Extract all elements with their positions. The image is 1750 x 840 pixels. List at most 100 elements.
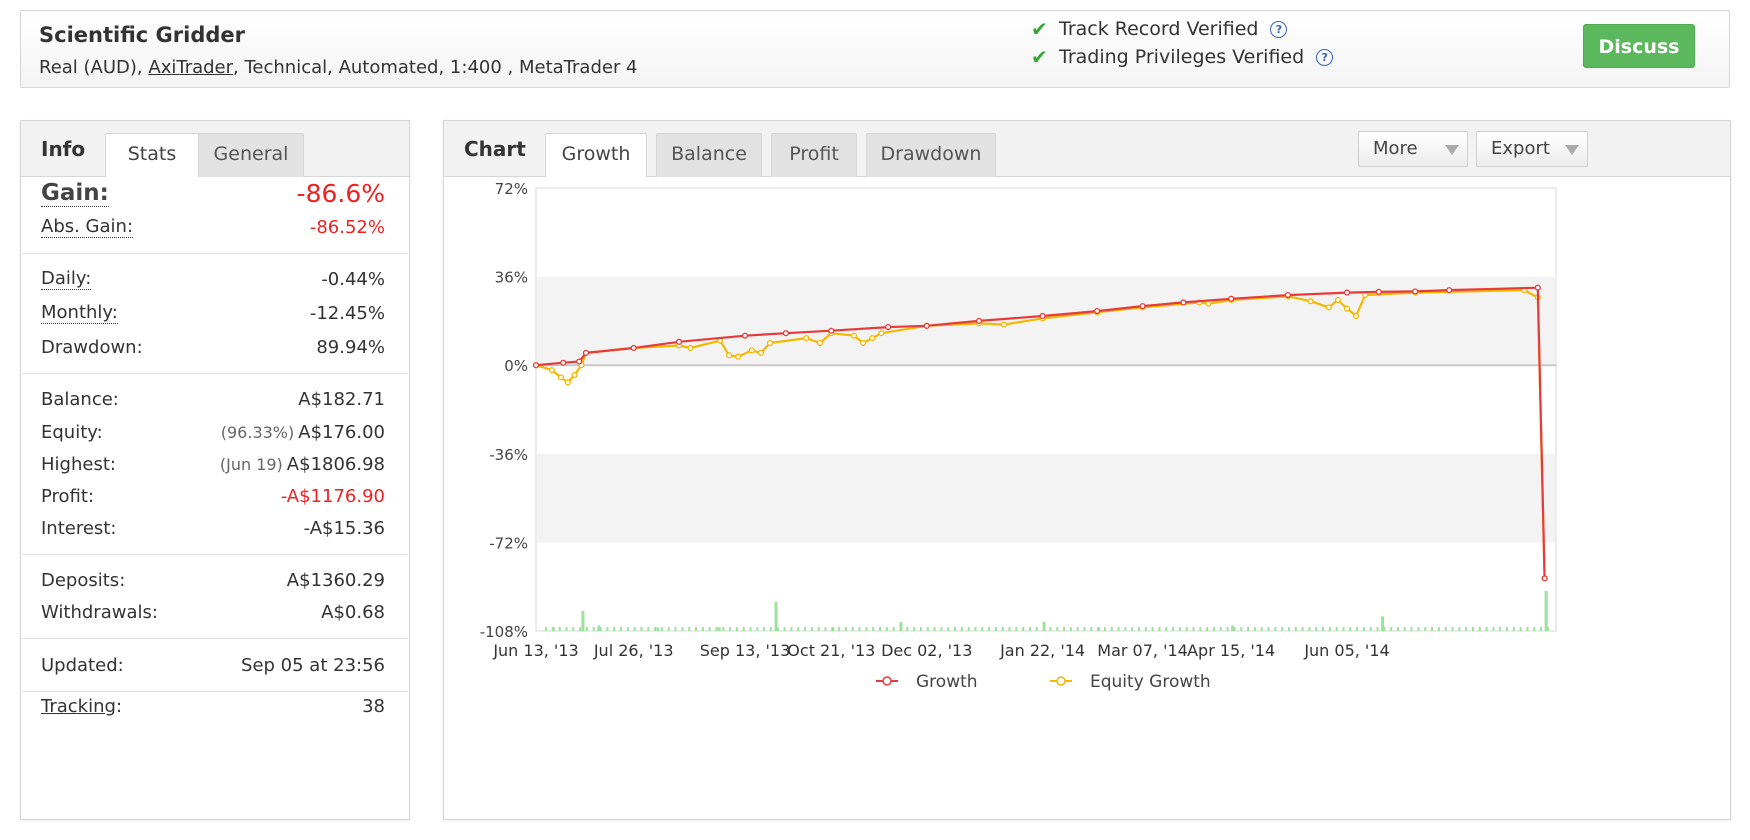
equity-growth-series-point <box>878 330 885 337</box>
chart-legend: Growth Equity Growth <box>876 672 1211 692</box>
stat-label: Profit: <box>41 485 95 507</box>
volume-bar <box>1063 627 1066 631</box>
growth-chart[interactable]: 72% 36% 0% -36% -72% -108% Jun 13, '13 Jul 26,… <box>444 177 1730 820</box>
stat-label: Equity: <box>41 421 103 443</box>
stat-gain: Gain: -86.6% <box>41 179 385 208</box>
growth-series-point <box>741 332 749 339</box>
grid-band <box>537 276 1555 366</box>
tab-profit[interactable]: Profit <box>771 133 857 177</box>
equity-growth-series-point <box>748 347 755 354</box>
equity-growth-series-point <box>1334 296 1341 304</box>
volume-bar <box>1322 627 1325 631</box>
equity-growth-series-point <box>766 340 774 347</box>
y-tick-label: 72% <box>495 180 528 198</box>
volume-bar <box>1274 627 1277 631</box>
stat-withdrawals: Withdrawals: A$0.68 <box>41 598 385 626</box>
more-button[interactable]: More <box>1358 131 1468 167</box>
volume-bar <box>597 625 601 631</box>
growth-series-point <box>582 349 590 356</box>
volume-bar <box>940 627 943 631</box>
help-icon[interactable]: ? <box>1316 48 1334 66</box>
equity-growth-series-point <box>1205 300 1212 307</box>
y-tick-label: -108% <box>480 623 528 641</box>
stat-label: Deposits: <box>41 569 126 591</box>
system-meta-suffix: , Technical, Automated, 1:400 , MetaTrad… <box>233 57 638 78</box>
volume-bar <box>1178 627 1181 631</box>
broker-link[interactable]: AxiTrader <box>148 57 233 78</box>
tab-growth[interactable]: Growth <box>545 133 647 177</box>
volume-bar <box>1512 627 1515 631</box>
equity-growth-series-point <box>1325 304 1332 311</box>
volume-bar <box>701 627 704 631</box>
volume-bar <box>783 627 786 631</box>
volume-bar <box>667 627 670 631</box>
volume-bar <box>1028 627 1031 631</box>
volume-bar <box>1281 627 1284 631</box>
volume-bar <box>763 627 766 631</box>
stat-profit: Profit: -A$1176.90 <box>41 482 385 510</box>
volume-bar <box>1417 627 1420 631</box>
growth-series-point <box>923 322 930 329</box>
export-button[interactable]: Export <box>1476 131 1588 167</box>
volume-bar <box>933 627 936 631</box>
volume-bar <box>804 627 807 631</box>
stat-label: Withdrawals: <box>41 601 158 623</box>
stat-balance: Balance: A$182.71 <box>41 385 385 413</box>
growth-series-point <box>576 358 583 365</box>
grid-band <box>537 453 1555 543</box>
volume-bar <box>1519 627 1522 631</box>
stat-value: A$0.68 <box>321 601 385 623</box>
volume-bar <box>1362 627 1365 631</box>
volume-bar <box>592 627 595 631</box>
volume-bar <box>606 627 609 631</box>
trading-privileges-verified-label: Trading Privileges Verified <box>1059 46 1305 68</box>
tab-balance[interactable]: Balance <box>656 133 762 177</box>
volume-bar <box>1124 627 1127 631</box>
volume-bar <box>774 601 778 631</box>
stat-abs-gain: Abs. Gain: -86.52% <box>41 213 385 241</box>
volume-bar <box>579 627 582 631</box>
volume-bar <box>1212 627 1215 631</box>
more-label: More <box>1373 138 1418 159</box>
tracking-link[interactable]: Tracking <box>41 696 116 717</box>
legend-equity-growth-label: Equity Growth <box>1090 672 1211 692</box>
volume-bar <box>892 627 895 631</box>
volume-bar <box>1042 621 1046 631</box>
help-icon[interactable]: ? <box>1270 20 1288 38</box>
chart-grid <box>535 187 1557 632</box>
volume-bar <box>960 627 963 631</box>
equity-growth-series-point <box>816 340 824 347</box>
stat-value: A$182.71 <box>298 388 385 410</box>
volume-bar <box>1403 627 1406 631</box>
volume-bar <box>769 627 772 631</box>
growth-series-point <box>1094 308 1101 315</box>
growth-series-point <box>1375 288 1382 295</box>
volume-bar <box>824 627 827 631</box>
stat-label: Updated: <box>41 654 124 676</box>
volume-bar <box>1103 627 1106 631</box>
volume-bar <box>735 627 738 631</box>
volume-bar <box>1287 627 1290 631</box>
tab-drawdown[interactable]: Drawdown <box>866 133 996 177</box>
tab-general[interactable]: General <box>198 133 304 177</box>
equity-growth-series-point <box>860 340 867 347</box>
volume-bar <box>1253 627 1256 631</box>
chart-tabbar: Chart Growth Balance Profit Drawdown Mor… <box>444 121 1730 177</box>
tab-stats[interactable]: Stats <box>105 133 199 177</box>
volume-bar <box>1349 627 1352 631</box>
volume-bar <box>844 627 847 631</box>
volume-bar <box>1090 627 1093 631</box>
volume-bar <box>565 627 568 631</box>
growth-series-point <box>782 330 789 337</box>
volume-bar <box>633 627 636 631</box>
volume-bar <box>551 627 555 631</box>
volume-bar <box>1342 627 1345 631</box>
volume-bar <box>695 627 698 631</box>
volume-bar <box>1458 627 1461 631</box>
info-tabbar: Info Stats General <box>21 121 409 177</box>
volume-bar <box>913 627 916 631</box>
system-header: Scientific Gridder Real (AUD), AxiTrader… <box>20 10 1730 88</box>
discuss-button[interactable]: Discuss <box>1583 24 1695 68</box>
volume-bar <box>885 627 888 631</box>
stat-label: Gain: <box>41 179 109 207</box>
